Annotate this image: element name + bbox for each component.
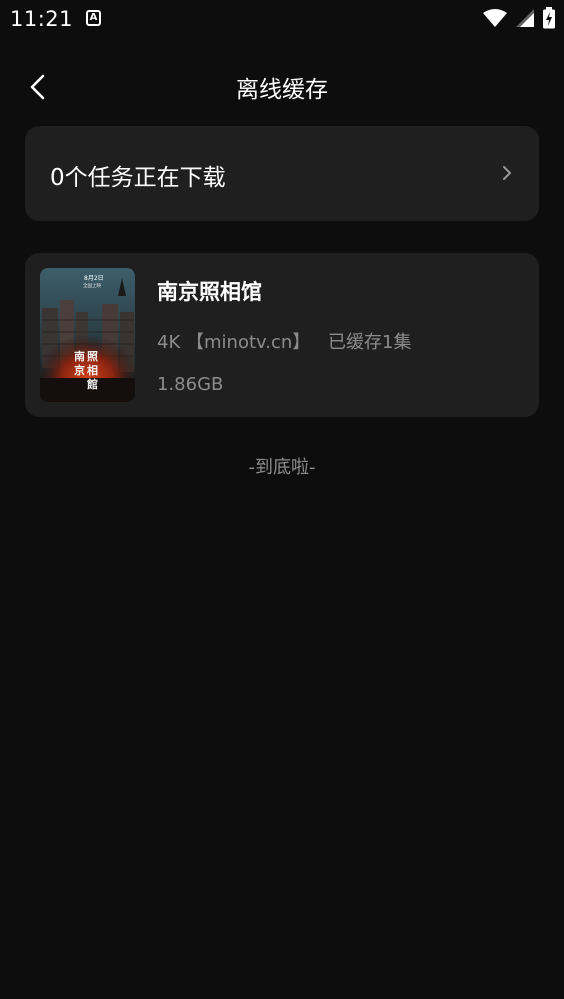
- poster-char-3: 京: [74, 363, 85, 377]
- poster-image: 8月2日 全国上映 南 照 京 相 館: [40, 268, 135, 402]
- poster-char-4: 相: [87, 363, 98, 377]
- downloading-tasks-card[interactable]: 0个任务正在下载: [25, 126, 539, 221]
- battery-charging-icon: [543, 7, 555, 29]
- poster-char-1: 南: [74, 349, 85, 363]
- video-source: 【minotv.cn】: [186, 332, 311, 353]
- video-size: 1.86GB: [157, 374, 224, 395]
- status-icons: [482, 7, 556, 29]
- status-time: 11:21: [10, 7, 74, 31]
- video-quality: 4K: [157, 332, 181, 353]
- poster-char-5: 館: [86, 377, 98, 391]
- chevron-right-icon: [503, 166, 511, 180]
- video-episodes: 已缓存1集: [328, 332, 412, 353]
- cell-signal-icon: [516, 9, 534, 27]
- end-of-list-text: -到底啦-: [248, 457, 316, 478]
- video-meta: 4K 【minotv.cn】 已缓存1集: [157, 328, 411, 354]
- cached-video-item[interactable]: 8月2日 全国上映 南 照 京 相 館 南京照相馆 4K 【minotv.cn】…: [25, 253, 539, 417]
- status-bar: 11:21 A: [0, 0, 564, 38]
- wifi-icon: [483, 9, 507, 27]
- top-app-bar: 离线缓存: [0, 58, 564, 116]
- video-title: 南京照相馆: [157, 280, 262, 304]
- downloading-tasks-label: 0个任务正在下载: [50, 165, 226, 191]
- poster-date: 8月2日: [84, 275, 104, 282]
- notification-badge-icon: A: [86, 10, 101, 26]
- page-title: 离线缓存: [236, 77, 328, 103]
- poster-subtext: 全国上映: [83, 282, 101, 289]
- video-poster: 8月2日 全国上映 南 照 京 相 館: [40, 268, 135, 402]
- poster-char-2: 照: [87, 350, 98, 363]
